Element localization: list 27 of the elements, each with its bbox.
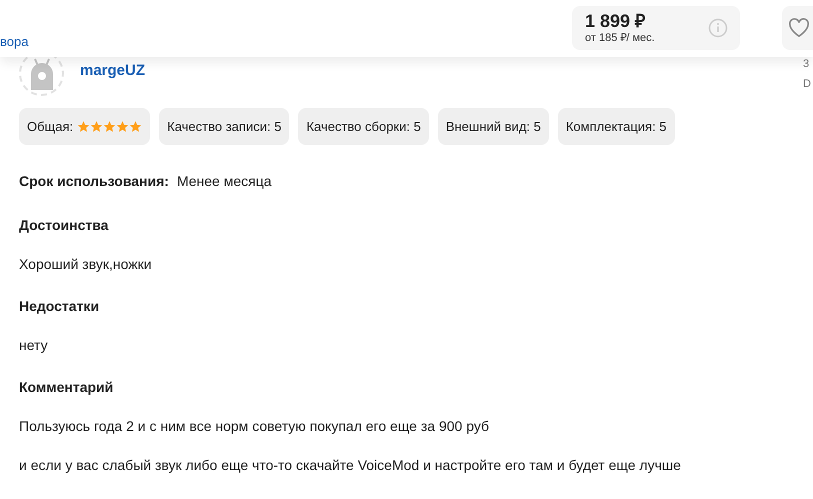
star-icon [116, 120, 130, 133]
star-icon [103, 120, 116, 133]
breadcrumb-link[interactable]: вора [0, 32, 28, 52]
price: 1 899 ₽ [585, 10, 646, 32]
review-text: Пользуюсь года 2 и с ним все норм советую покупал его еще за 900 руб [19, 418, 490, 435]
review-text: и если у вас слабый звук либо еще что-то скачайте VoiceMod и настройте его там и будет еще лучше [19, 457, 682, 474]
section-title: Достоинства [19, 217, 110, 234]
star-icon [77, 120, 90, 133]
side-text: D [803, 77, 811, 92]
author-name[interactable]: margeUZ [80, 60, 146, 82]
review-text: нету [19, 337, 49, 354]
usage-label: Срок использования: [19, 172, 169, 191]
favorite-button[interactable] [782, 6, 813, 50]
usage-value: Менее месяца [176, 172, 272, 191]
rating-label: Качество записи: 5 [167, 118, 282, 136]
rating-label: Внешний вид: 5 [446, 118, 541, 136]
rating-label: Общая: [27, 118, 74, 136]
star-icon [90, 120, 104, 133]
installment-text: от 185 ₽/ мес. [585, 32, 656, 45]
star-icon [129, 120, 142, 133]
side-text: 3 [803, 57, 810, 72]
rating-label: Качество сборки: 5 [306, 118, 421, 136]
heart-icon [788, 18, 810, 38]
section-title: Недостатки [19, 298, 100, 315]
section-title: Комментарий [19, 379, 114, 396]
review-text: Хороший звук,ножки [19, 256, 153, 273]
rating-label: Комплектация: 5 [566, 118, 667, 136]
